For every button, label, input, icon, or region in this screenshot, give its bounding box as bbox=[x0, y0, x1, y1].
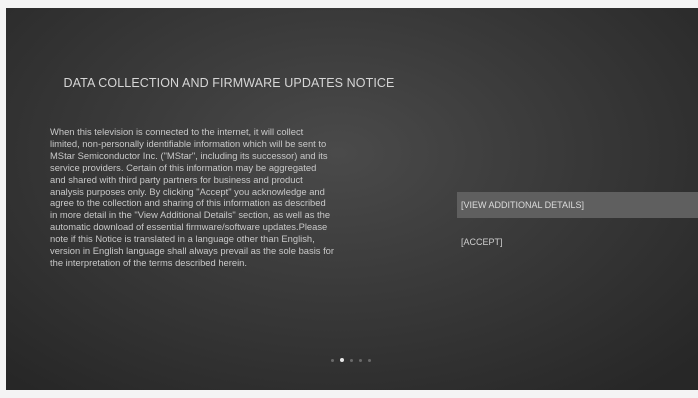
tv-screen: DATA COLLECTION AND FIRMWARE UPDATES NOT… bbox=[6, 8, 698, 390]
notice-body-line: agree to the collection and sharing of t… bbox=[50, 197, 326, 209]
page-dot-active bbox=[340, 358, 344, 362]
notice-body-line: version in English language shall always… bbox=[50, 245, 335, 257]
notice-body-line: the interpretation of the terms describe… bbox=[50, 256, 247, 268]
notice-body-line: and shared with third party partners for… bbox=[50, 173, 303, 185]
page-dot bbox=[331, 358, 334, 362]
notice-body-line: automatic download of essential firmware… bbox=[50, 221, 328, 233]
view-additional-details-button[interactable]: [VIEW ADDITIONAL DETAILS] bbox=[457, 192, 698, 218]
page-dot bbox=[350, 358, 353, 362]
notice-body-line: in more detail in the "View Additional D… bbox=[50, 209, 331, 221]
notice-body-line: When this television is connected to the… bbox=[50, 126, 304, 137]
page-dot bbox=[368, 358, 371, 362]
notice-body-line: MStar Semiconductor Inc. ("MStar", inclu… bbox=[50, 149, 328, 161]
notice-body: When this television is connected to the… bbox=[50, 126, 418, 269]
accept-button[interactable]: [ACCEPT] bbox=[457, 229, 698, 255]
page-dot bbox=[359, 358, 362, 362]
page-indicator bbox=[331, 358, 371, 362]
notice-title: DATA COLLECTION AND FIRMWARE UPDATES NOT… bbox=[63, 76, 395, 90]
notice-body-line: analysis purposes only. By clicking "Acc… bbox=[50, 185, 325, 197]
notice-body-line: note if this Notice is translated in a l… bbox=[50, 233, 315, 245]
notice-body-line: service providers. Certain of this infor… bbox=[50, 161, 317, 173]
notice-body-line: limited, non-personally identifiable inf… bbox=[50, 137, 327, 149]
